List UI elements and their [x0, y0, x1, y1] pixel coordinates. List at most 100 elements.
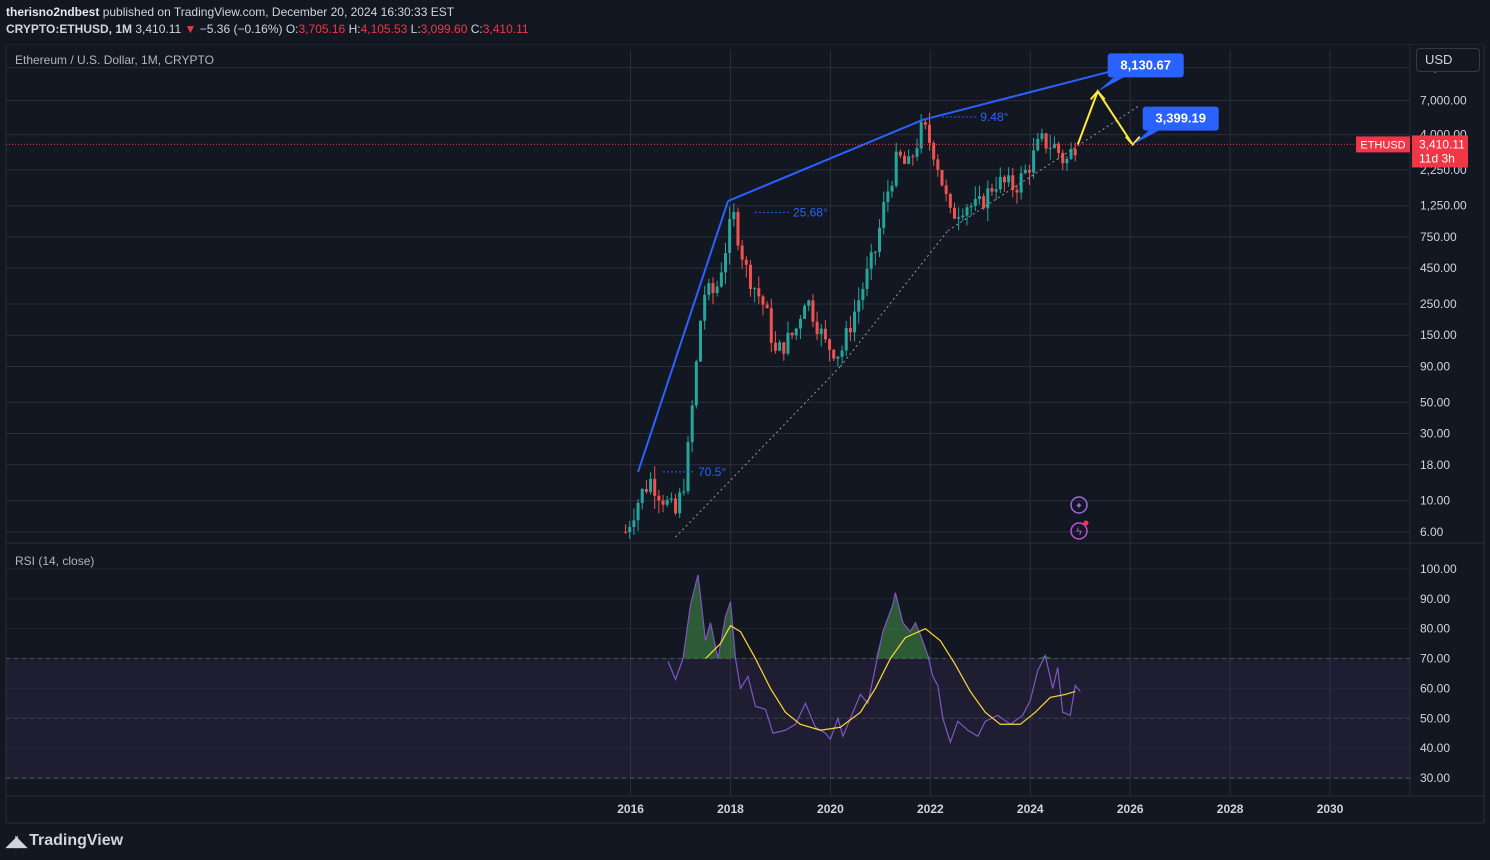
candle-body [865, 268, 869, 289]
published-text: published on TradingView.com, December 2… [102, 5, 455, 19]
candle-body [977, 196, 981, 199]
candle-body [873, 251, 877, 253]
chart-canvas[interactable]: 2016 2018 2020 2022 2024 2026 2028 2030 6.00 10.0… [0, 44, 1490, 824]
candle-body [928, 124, 932, 143]
candle-body [923, 122, 927, 125]
candle-body [819, 328, 823, 335]
y-tick-label: 150.00 [1420, 328, 1457, 342]
candle-body [903, 155, 907, 164]
callout-label: 8,130.67 [1120, 57, 1171, 72]
rsi-tick-label: 50.00 [1420, 711, 1450, 725]
x-tick-label: 2020 [817, 802, 844, 816]
currency-button[interactable]: USD [1416, 48, 1480, 72]
candle-body [944, 185, 948, 194]
callout-pointer [1132, 130, 1159, 145]
candle-body [840, 350, 844, 357]
low-value: 3,099.60 [420, 22, 468, 36]
candle-body [736, 211, 740, 246]
y-tick-label: 450.00 [1420, 261, 1457, 275]
candle-body [753, 288, 757, 290]
sparkle-icon: ✦ [1070, 496, 1088, 514]
candle-body [1002, 176, 1006, 183]
candle-body [682, 491, 686, 493]
tradingview-logo-text: TradingView [29, 832, 124, 849]
tradingview-logo[interactable]: ◢◣ TradingView [6, 832, 123, 850]
candle-body [653, 478, 657, 496]
candle-body [882, 202, 886, 228]
rsi-tick-label: 40.00 [1420, 741, 1450, 755]
symbol-line: CRYPTO:ETHUSD, 1M 3,410.11 ▼ −5.36 (−0.1… [6, 22, 529, 36]
candle-body [778, 342, 782, 351]
candle-body [936, 159, 940, 170]
callout-pointer [1097, 77, 1124, 92]
candle-body [823, 328, 827, 340]
lower-trendline [947, 104, 1141, 232]
upper-trendline [637, 200, 729, 473]
footer [0, 824, 1490, 860]
rsi-tick-label: 90.00 [1420, 592, 1450, 606]
candle-body [853, 311, 857, 333]
candle-body [969, 205, 973, 208]
candle-body [732, 211, 736, 220]
y-tick-label: 10.00 [1420, 494, 1450, 508]
author-name[interactable]: therisno2ndbest [6, 5, 99, 19]
symbol-label[interactable]: CRYPTO:ETHUSD, 1M [6, 22, 132, 36]
candle-body [1073, 148, 1077, 156]
publication-line: therisno2ndbest published on TradingView… [6, 5, 454, 19]
candle-body [857, 300, 861, 312]
candle-body [1048, 147, 1052, 149]
candle-body [740, 245, 744, 260]
candle-body [769, 308, 773, 343]
rsi-tick-label: 100.00 [1420, 562, 1457, 576]
open-label: O: [285, 22, 299, 36]
candle-body [1015, 189, 1019, 193]
candle-body [719, 272, 723, 287]
candle-body [982, 196, 986, 209]
candle-body [657, 495, 661, 501]
candle-body [890, 185, 894, 192]
y-tick-label: 7,000.00 [1420, 93, 1467, 107]
candle-body [1057, 143, 1061, 153]
candle-body [965, 207, 969, 216]
candle-body [1040, 133, 1044, 139]
chart-header: therisno2ndbest published on TradingView… [0, 0, 1490, 44]
angle-label: 9.48° [980, 110, 1008, 124]
candle-body [640, 489, 644, 503]
candle-body [661, 500, 665, 505]
candle-body [674, 498, 678, 514]
lower-trendline [840, 230, 949, 367]
candle-body [836, 356, 840, 359]
last-price: 3,410.11 [135, 22, 182, 36]
y-tick-label: 30.00 [1420, 427, 1450, 441]
candle-body [915, 148, 919, 157]
candle-body [1065, 158, 1069, 164]
y-tick-label: 90.00 [1420, 359, 1450, 373]
candle-body [757, 288, 761, 297]
candle-body [990, 188, 994, 192]
price-callout: 3,399.19 [1132, 106, 1219, 145]
high-label: H: [348, 22, 361, 36]
candle-body [1011, 175, 1015, 190]
candle-body [669, 498, 673, 500]
sparkle-icon-glyph: ✦ [1075, 501, 1083, 512]
candle-body [794, 328, 798, 336]
candle-body [624, 531, 628, 533]
candle-body [665, 499, 669, 505]
candle-body [765, 304, 769, 309]
candle-body [699, 320, 703, 362]
candle-body [1023, 169, 1027, 174]
candle-body [803, 305, 807, 319]
candle-body [832, 349, 836, 359]
candle-body [686, 442, 690, 492]
candle-body [932, 142, 936, 160]
close-label: C: [470, 22, 483, 36]
candle-body [828, 339, 832, 350]
close-value: 3,410.11 [482, 22, 529, 36]
y-tick-label: 18.00 [1420, 458, 1450, 472]
candle-body [961, 215, 965, 218]
y-tick-label: 50.00 [1420, 395, 1450, 409]
rsi-tick-label: 30.00 [1420, 771, 1450, 785]
projection-arrowhead-up [1089, 89, 1106, 101]
callout-label: 3,399.19 [1155, 111, 1206, 126]
candle-body [649, 478, 653, 492]
